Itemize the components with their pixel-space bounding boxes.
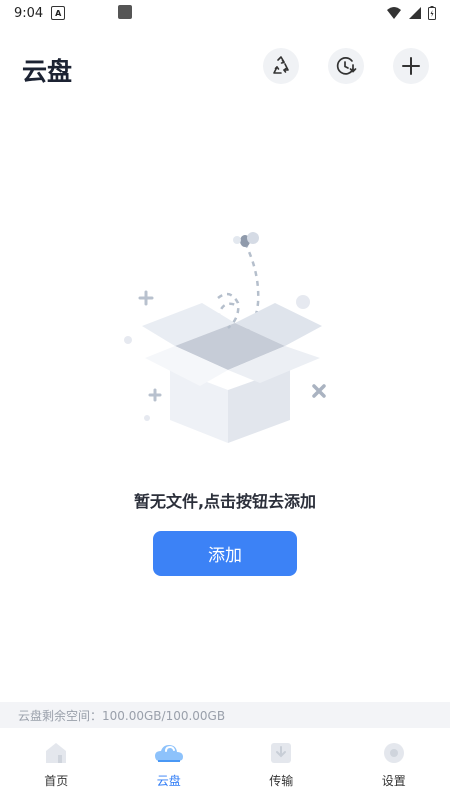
cloud-icon	[154, 745, 183, 762]
storage-text: 云盘剩余空间：100.00GB/100.00GB	[18, 708, 226, 723]
recycle-icon	[273, 56, 289, 74]
tab-transfer-label: 传输	[269, 774, 294, 788]
battery-icon	[428, 6, 436, 20]
home-icon	[46, 743, 67, 763]
tab-settings-label: 设置	[381, 774, 406, 788]
page-title: 云盘	[22, 57, 73, 86]
recycle-button[interactable]	[263, 48, 299, 84]
tab-cloud[interactable]: 云盘	[113, 728, 226, 800]
status-time: 9:04	[14, 5, 44, 21]
bottom-tab-bar: 首页 云盘 传输 设置	[0, 728, 450, 800]
add-button[interactable]	[393, 48, 429, 84]
tab-home-label: 首页	[44, 774, 69, 788]
empty-box-illustration	[124, 232, 326, 443]
transfer-icon	[271, 743, 292, 763]
add-files-button[interactable]: 添加	[153, 531, 297, 576]
header: 云盘	[0, 44, 450, 90]
storage-info: 云盘剩余空间：100.00GB/100.00GB	[0, 702, 450, 728]
tab-cloud-label: 云盘	[156, 774, 181, 788]
notification-square-icon	[118, 5, 132, 19]
history-icon	[336, 57, 357, 75]
tab-transfer[interactable]: 传输	[225, 728, 338, 800]
tab-settings[interactable]: 设置	[338, 728, 450, 800]
a-notification-icon: A	[51, 6, 66, 20]
settings-icon	[383, 743, 404, 763]
wifi-icon	[387, 7, 401, 19]
history-button[interactable]	[328, 48, 364, 84]
signal-icon	[409, 7, 421, 19]
empty-state-message: 暂无文件,点击按钮去添加	[133, 492, 317, 511]
plus-icon	[402, 57, 420, 75]
status-bar: 9:04 A	[0, 0, 450, 26]
tab-home[interactable]: 首页	[0, 728, 113, 800]
